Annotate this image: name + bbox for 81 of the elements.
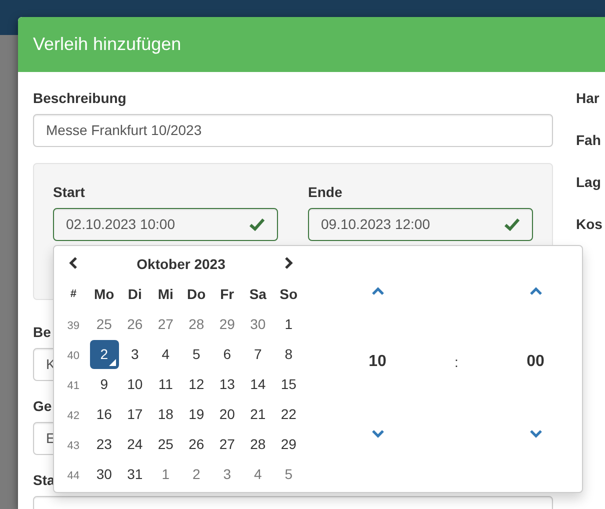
calendar-day[interactable]: 8 — [274, 340, 304, 368]
checkmark-icon — [249, 218, 265, 231]
calendar-day[interactable]: 11 — [151, 370, 180, 398]
week-number: 40 — [67, 350, 80, 362]
calendar-day[interactable]: 1 — [151, 460, 180, 488]
chevron-up-icon[interactable] — [372, 286, 384, 296]
calendar-day[interactable]: 14 — [243, 370, 272, 398]
checkmark-icon — [504, 218, 520, 231]
calendar-day[interactable]: 21 — [243, 400, 272, 428]
calendar-day[interactable]: 31 — [120, 460, 150, 488]
calendar-day[interactable]: 15 — [274, 370, 304, 398]
calendar-day[interactable]: 5 — [182, 340, 211, 368]
calendar-day[interactable]: 25 — [151, 430, 180, 458]
field-label: Har — [576, 89, 600, 108]
calendar-day[interactable]: 23 — [90, 430, 119, 458]
calendar-day[interactable]: 5 — [274, 460, 304, 488]
calendar-day[interactable]: 27 — [151, 310, 180, 338]
calendar-day[interactable]: 26 — [120, 310, 150, 338]
week-number: 39 — [67, 320, 80, 332]
weekday-header: Fr — [220, 286, 234, 302]
calendar-day[interactable]: 3 — [212, 460, 242, 488]
calendar-day[interactable]: 12 — [182, 370, 211, 398]
calendar-day[interactable]: 24 — [120, 430, 150, 458]
field-label: Ge — [33, 397, 52, 416]
input-field[interactable]: 02.10.2023 10:00 — [53, 208, 278, 241]
week-column-header: # — [70, 288, 76, 300]
calendar-day[interactable]: 4 — [243, 460, 272, 488]
calendar-day[interactable]: 28 — [243, 430, 272, 458]
calendar-day[interactable]: 29 — [274, 430, 304, 458]
calendar-day[interactable]: 2 — [90, 340, 119, 368]
chevron-left-icon[interactable] — [68, 257, 78, 269]
chevron-up-icon[interactable] — [530, 286, 542, 296]
input-field[interactable]: 09.10.2023 12:00 — [308, 208, 533, 241]
minute-value[interactable]: 00 — [526, 353, 544, 371]
calendar-day[interactable]: 13 — [212, 370, 242, 398]
calendar-day[interactable]: 25 — [90, 310, 119, 338]
chevron-down-icon[interactable] — [530, 428, 542, 438]
week-number: 44 — [67, 470, 80, 482]
field-label: Ende — [308, 183, 342, 202]
calendar-day[interactable]: 18 — [151, 400, 180, 428]
chevron-down-icon[interactable] — [372, 428, 384, 438]
calendar-day[interactable]: 10 — [120, 370, 150, 398]
field-label: Fah — [576, 131, 601, 150]
calendar-day[interactable]: 19 — [182, 400, 211, 428]
calendar-day[interactable]: 1 — [274, 310, 304, 338]
input-field[interactable]: Messe Frankfurt 10/2023 — [33, 114, 553, 147]
week-number: 42 — [67, 410, 80, 422]
week-number: 43 — [67, 440, 80, 452]
field-label: Beschreibung — [33, 89, 126, 108]
calendar-day[interactable]: 7 — [243, 340, 272, 368]
calendar-day[interactable]: 27 — [212, 430, 242, 458]
month-title[interactable]: Oktober 2023 — [136, 256, 226, 272]
field-label: Start — [53, 183, 85, 202]
weekday-header: Sa — [249, 286, 266, 302]
hour-value[interactable]: 10 — [368, 353, 386, 371]
chevron-right-icon[interactable] — [284, 257, 294, 269]
calendar-day[interactable]: 4 — [151, 340, 180, 368]
field-label: Kos — [576, 215, 602, 234]
field-label: Lag — [576, 173, 601, 192]
calendar-day[interactable]: 28 — [182, 310, 211, 338]
calendar-day[interactable]: 20 — [212, 400, 242, 428]
weekday-header: Di — [128, 286, 142, 302]
calendar-day[interactable]: 3 — [120, 340, 150, 368]
weekday-header: Mi — [158, 286, 174, 302]
calendar-day[interactable]: 16 — [90, 400, 119, 428]
weekday-header: Mo — [94, 286, 114, 302]
calendar-day[interactable]: 22 — [274, 400, 304, 428]
calendar-day[interactable]: 30 — [243, 310, 272, 338]
calendar-day[interactable]: 9 — [90, 370, 119, 398]
calendar-day[interactable]: 2 — [182, 460, 211, 488]
calendar-day[interactable]: 6 — [212, 340, 242, 368]
weekday-header: Do — [187, 286, 206, 302]
calendar-day[interactable]: 26 — [182, 430, 211, 458]
field-label: Be — [33, 323, 51, 342]
time-separator: : — [454, 354, 458, 370]
calendar-day[interactable]: 17 — [120, 400, 150, 428]
calendar-day[interactable]: 29 — [212, 310, 242, 338]
weekday-header: So — [280, 286, 298, 302]
week-number: 41 — [67, 380, 80, 392]
calendar-day[interactable]: 30 — [90, 460, 119, 488]
dialog-title: Verleih hinzufügen — [33, 34, 182, 55]
